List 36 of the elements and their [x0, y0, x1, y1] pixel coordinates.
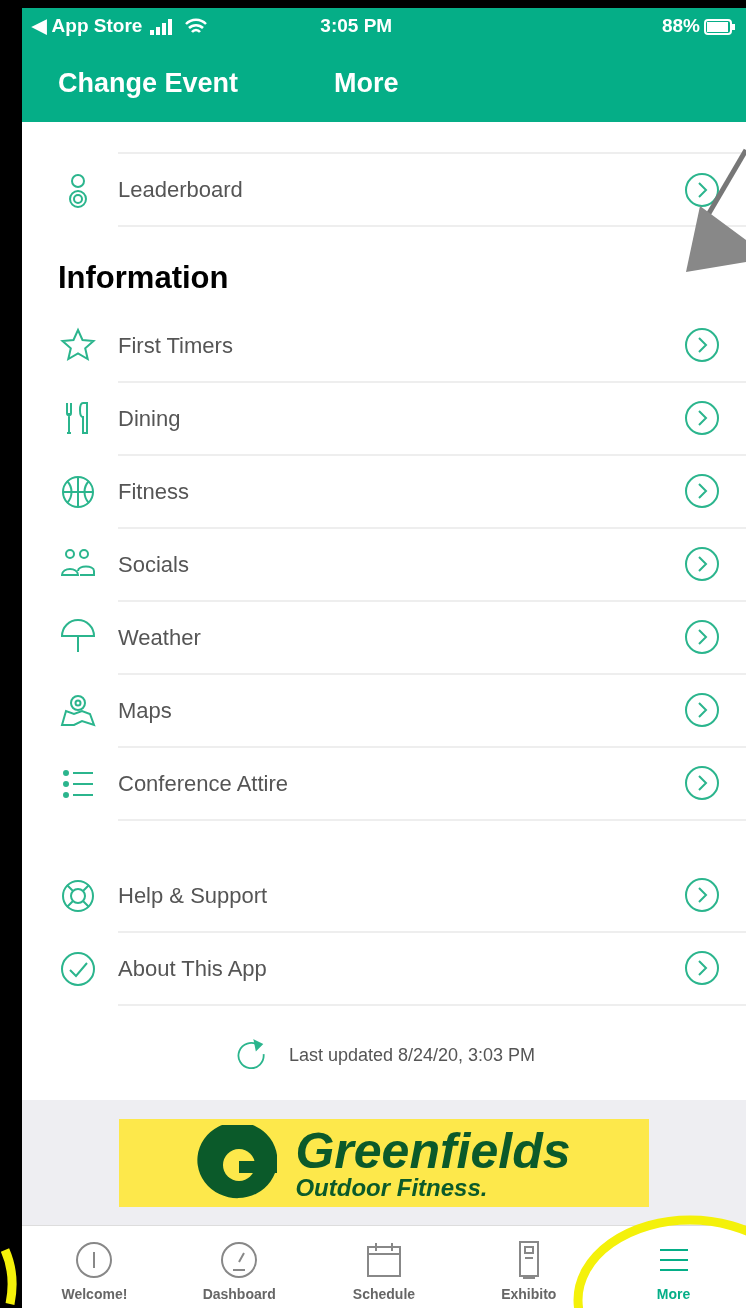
gauge-icon [219, 1240, 260, 1280]
menu-item[interactable]: Socials [22, 528, 746, 602]
last-updated-text: Last updated 8/24/20, 3:03 PM [288, 1044, 536, 1067]
section-heading: Information [57, 259, 230, 297]
chevron-circle-icon [684, 619, 720, 655]
menu-item[interactable]: Weather [22, 601, 746, 675]
tab-button[interactable]: Schedule [311, 1226, 457, 1308]
chevron-circle-icon [684, 765, 720, 801]
check-circle-icon [58, 949, 98, 989]
menu-item[interactable]: About This App [22, 932, 746, 1006]
chevron-circle-icon [684, 692, 720, 728]
banner-tagline: Outdoor Fitness. [295, 1175, 489, 1200]
calendar-icon [364, 1240, 404, 1280]
tab-button[interactable]: Dashboard [166, 1226, 312, 1308]
status-time: 3:05 PM [320, 14, 393, 39]
menu-item[interactable]: First Timers [22, 309, 746, 383]
battery-percent: 88% [661, 14, 700, 39]
chevron-circle-icon [684, 950, 720, 986]
banner-name: Greenfields [295, 1125, 571, 1176]
info-icon [74, 1240, 115, 1280]
menu-item[interactable]: Help & Support [22, 859, 746, 933]
chevron-circle-icon [684, 546, 720, 582]
chevron-circle-icon [684, 473, 720, 509]
chevron-circle-icon [684, 400, 720, 436]
chevron-circle-icon [684, 877, 720, 913]
menu-item[interactable]: Fitness [22, 455, 746, 529]
battery-icon [704, 18, 736, 35]
carrier-label: ◀ App Store [32, 14, 143, 39]
tab-button[interactable]: Exhibito [456, 1226, 602, 1308]
header-title: More [334, 67, 399, 101]
tab-button[interactable]: Welcome! [22, 1226, 167, 1308]
chevron-circle-icon [684, 171, 720, 208]
menu-item[interactable]: Maps [22, 674, 746, 748]
chevron-circle-icon [684, 327, 720, 363]
menu-item[interactable]: Conference Attire [22, 747, 746, 821]
menu-item[interactable]: Dining [22, 382, 746, 456]
